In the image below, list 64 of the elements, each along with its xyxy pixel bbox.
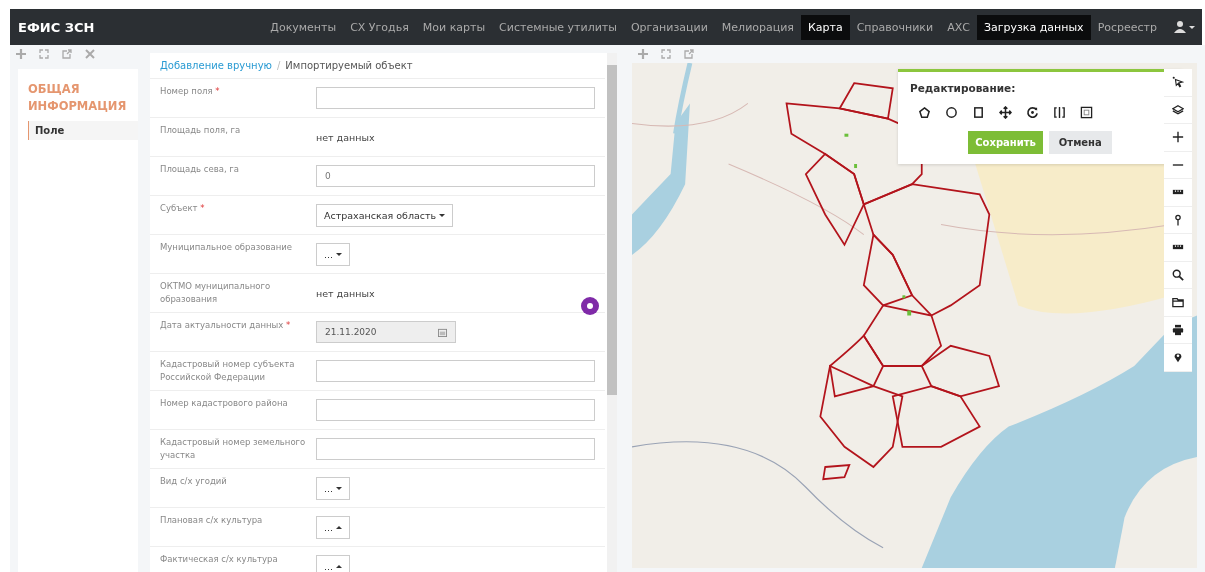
- layers-icon[interactable]: [1172, 103, 1184, 116]
- nav-item[interactable]: Мелиорация: [714, 14, 801, 40]
- input-field[interactable]: [316, 399, 595, 421]
- zoom-in-icon[interactable]: [1172, 131, 1184, 144]
- field-label: Кадастровый номер субъекта Российской Федерации: [160, 358, 296, 384]
- folder-icon[interactable]: [1172, 296, 1184, 309]
- field-value: нет данных: [316, 287, 375, 299]
- nav-item[interactable]: Мои карты: [415, 14, 493, 40]
- print-icon[interactable]: [1172, 323, 1184, 336]
- app-title: ЕФИС ЗСН: [17, 19, 95, 35]
- nav-item[interactable]: Документы: [263, 14, 344, 40]
- section-title: ОБЩАЯ ИНФОРМАЦИЯ: [28, 81, 128, 115]
- breadcrumb-current: Импортируемый объект: [285, 60, 413, 71]
- breadcrumb-link[interactable]: Добавление вручную: [160, 60, 272, 71]
- nav-item[interactable]: Загрузка данных: [976, 14, 1091, 40]
- sidebar-item[interactable]: Поле: [28, 121, 138, 140]
- polygon-icon[interactable]: [918, 106, 931, 119]
- calendar-icon[interactable]: [438, 327, 447, 337]
- input-field[interactable]: [316, 438, 595, 460]
- input-field[interactable]: 0: [316, 165, 595, 187]
- select-dropdown[interactable]: ...: [316, 515, 351, 539]
- field-label: Номер поля *: [160, 85, 221, 98]
- breadcrumb-separator: /: [277, 60, 281, 71]
- field-value: нет данных: [316, 131, 375, 143]
- date-field[interactable]: 21.11.2020: [316, 321, 456, 343]
- map-marker-icon[interactable]: [1172, 351, 1184, 364]
- nav-item[interactable]: Организации: [623, 14, 715, 40]
- select-dropdown[interactable]: ...: [316, 554, 351, 572]
- move-icon[interactable]: [999, 106, 1012, 119]
- search-icon[interactable]: [1172, 268, 1184, 281]
- rotate-icon[interactable]: [1026, 106, 1039, 119]
- field-label: Субъект *: [160, 202, 206, 215]
- circle-icon[interactable]: [945, 106, 958, 119]
- bounding-box-icon[interactable]: [1080, 106, 1093, 119]
- field-label: Плановая с/х культура: [160, 514, 264, 527]
- nav-item[interactable]: АХС: [940, 14, 977, 40]
- select-dropdown[interactable]: ...: [316, 242, 351, 266]
- pointer-icon[interactable]: [1172, 76, 1184, 89]
- select-dropdown[interactable]: Астраханская область: [316, 203, 454, 227]
- nav-item[interactable]: Системные утилиты: [492, 14, 624, 40]
- panel-title: Редактирование:: [910, 82, 1017, 94]
- field-label: ОКТМО муниципального образования: [160, 280, 272, 306]
- field-label: Площадь сева, га: [160, 163, 241, 176]
- scrollbar[interactable]: [607, 53, 617, 572]
- info-icon[interactable]: [581, 297, 599, 315]
- select-dropdown[interactable]: ...: [316, 476, 351, 500]
- nav-item[interactable]: Карта: [801, 14, 850, 40]
- input-field[interactable]: [316, 87, 595, 109]
- field-label: Номер кадастрового района: [160, 397, 289, 410]
- pin-icon[interactable]: [1172, 213, 1184, 226]
- user-menu-icon[interactable]: [1174, 20, 1196, 34]
- rectangle-icon[interactable]: [972, 106, 985, 119]
- input-field[interactable]: [316, 360, 595, 382]
- field-label: Кадастровый номер земельного участка: [160, 436, 307, 462]
- nav-item[interactable]: СХ Угодья: [343, 14, 416, 40]
- split-icon[interactable]: [1053, 106, 1066, 119]
- nav-item[interactable]: Росреестр: [1090, 14, 1164, 40]
- field-label: Площадь поля, га: [160, 124, 242, 137]
- field-label: Вид с/х угодий: [160, 475, 228, 488]
- field-label: Фактическая с/х культура: [160, 553, 279, 566]
- cancel-button[interactable]: Отмена: [1048, 131, 1112, 154]
- field-label: Дата актуальности данных *: [160, 319, 292, 332]
- field-label: Муниципальное образование: [160, 241, 293, 254]
- nav-item[interactable]: Справочники: [849, 14, 941, 40]
